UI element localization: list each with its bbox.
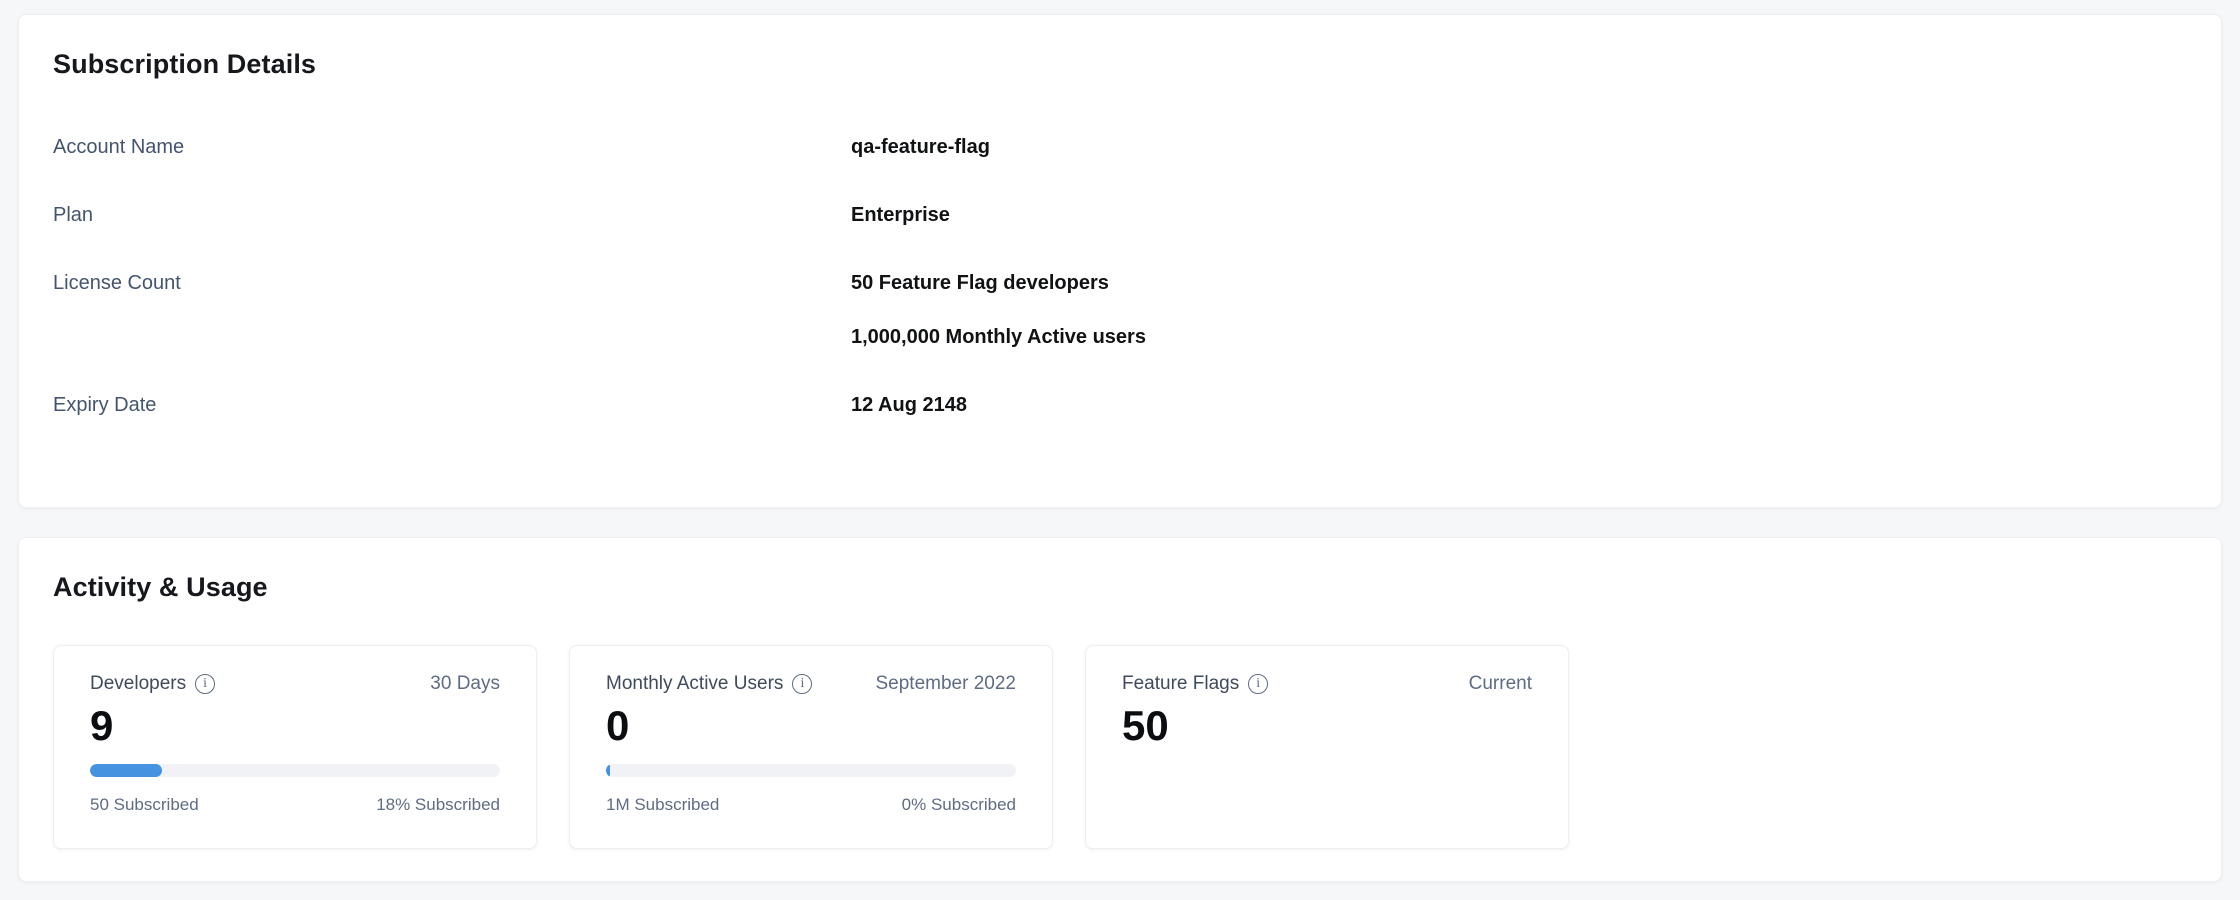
developers-card-header: Developers i 30 Days <box>90 672 500 696</box>
monthly-active-users-card: Monthly Active Users i September 2022 0 … <box>569 645 1053 849</box>
mau-progress-track <box>606 764 1016 777</box>
mau-percent-label: 0% Subscribed <box>902 794 1016 816</box>
mau-card-footer: 1M Subscribed 0% Subscribed <box>606 794 1016 816</box>
mau-card-header: Monthly Active Users i September 2022 <box>606 672 1016 696</box>
info-icon[interactable]: i <box>1248 674 1268 694</box>
expiry-date-row: Expiry Date 12 Aug 2148 <box>53 391 2187 419</box>
expiry-date-value: 12 Aug 2148 <box>851 391 2187 419</box>
license-count-label: License Count <box>53 269 851 297</box>
plan-label: Plan <box>53 201 851 229</box>
mau-card-value: 0 <box>606 702 1016 750</box>
feature-flags-card-period: Current <box>1469 672 1532 696</box>
developers-subscribed-label: 50 Subscribed <box>90 794 199 816</box>
developers-card: Developers i 30 Days 9 50 Subscribed 18%… <box>53 645 537 849</box>
developers-card-footer: 50 Subscribed 18% Subscribed <box>90 794 500 816</box>
mau-progress-fill <box>606 764 610 777</box>
mau-card-period: September 2022 <box>876 672 1017 696</box>
developers-progress-track <box>90 764 500 777</box>
feature-flags-card: Feature Flags i Current 50 <box>1085 645 1569 849</box>
subscription-details-panel: Subscription Details Account Name qa-fea… <box>18 14 2222 508</box>
license-count-mau-value: 1,000,000 Monthly Active users <box>851 323 2187 351</box>
plan-row: Plan Enterprise <box>53 201 2187 229</box>
plan-value: Enterprise <box>851 201 2187 229</box>
account-name-row: Account Name qa-feature-flag <box>53 133 2187 161</box>
account-name-label: Account Name <box>53 133 851 161</box>
info-icon[interactable]: i <box>792 674 812 694</box>
license-count-developers-value: 50 Feature Flag developers <box>851 269 2187 297</box>
feature-flags-card-name: Feature Flags <box>1122 672 1239 696</box>
account-name-value: qa-feature-flag <box>851 133 2187 161</box>
feature-flags-card-value: 50 <box>1122 702 1532 750</box>
activity-usage-title: Activity & Usage <box>53 568 2187 606</box>
feature-flags-card-header: Feature Flags i Current <box>1122 672 1532 696</box>
developers-progress-fill <box>90 764 162 777</box>
usage-cards-row: Developers i 30 Days 9 50 Subscribed 18%… <box>53 645 2187 849</box>
mau-card-name: Monthly Active Users <box>606 672 783 696</box>
developers-card-name: Developers <box>90 672 186 696</box>
subscription-details-title: Subscription Details <box>53 45 2187 83</box>
info-icon[interactable]: i <box>195 674 215 694</box>
developers-percent-label: 18% Subscribed <box>376 794 500 816</box>
developers-card-value: 9 <box>90 702 500 750</box>
developers-card-period: 30 Days <box>430 672 500 696</box>
activity-usage-panel: Activity & Usage Developers i 30 Days 9 … <box>18 537 2222 882</box>
mau-subscribed-label: 1M Subscribed <box>606 794 719 816</box>
expiry-date-label: Expiry Date <box>53 391 851 419</box>
license-count-row: License Count 50 Feature Flag developers… <box>53 269 2187 351</box>
